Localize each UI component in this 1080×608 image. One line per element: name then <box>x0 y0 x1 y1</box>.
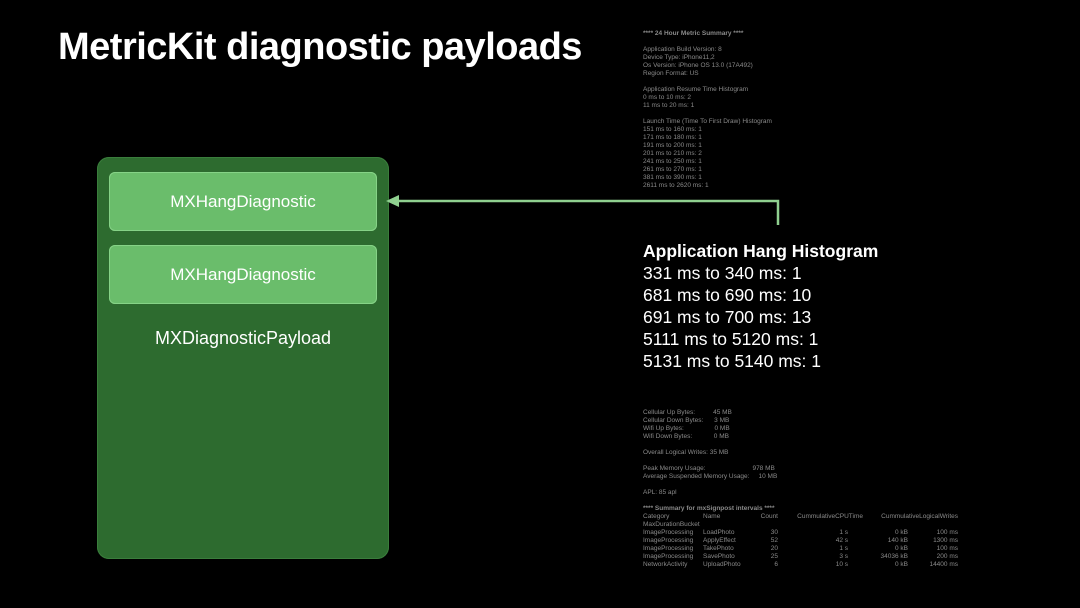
table-cell: LoadPhoto <box>703 529 735 536</box>
hang-histogram: Application Hang Histogram 331 ms to 340… <box>643 240 878 372</box>
header-cell: CummulativeCPUTime <box>797 513 863 520</box>
histogram-row: 5111 ms to 5120 ms: 1 <box>643 329 819 349</box>
log-line: APL: 85 apl <box>643 489 677 496</box>
signpost-summary-table: **** Summary for mxSignpost intervals **… <box>643 505 958 569</box>
table-cell: 100 ms <box>936 545 958 552</box>
table-cell: 52 <box>770 537 778 544</box>
arrow-head <box>386 195 399 207</box>
table-cell: UploadPhoto <box>703 561 741 568</box>
table-cell: 100 ms <box>936 529 958 536</box>
table-cell: 10 s <box>835 561 848 568</box>
table-cell: ImageProcessing <box>643 537 694 544</box>
metric-summary-log-bottom: Cellular Up Bytes: 45 MB Cellular Down B… <box>643 409 1063 497</box>
table-row: ImageProcessing ApplyEffect 52 42 s 140 … <box>643 537 958 545</box>
table-cell: NetworkActivity <box>643 561 688 568</box>
table-cell: 3 s <box>839 553 848 560</box>
histogram-row: 331 ms to 340 ms: 1 <box>643 263 802 283</box>
table-row: ImageProcessing TakePhoto 20 1 s 0 kB 10… <box>643 545 958 553</box>
table-cell: TakePhoto <box>703 545 734 552</box>
histogram-row: 681 ms to 690 ms: 10 <box>643 285 812 305</box>
header-cell: Name <box>703 513 721 520</box>
table-cell: ImageProcessing <box>643 545 694 552</box>
table-cell: 25 <box>770 553 778 560</box>
table-cell: 30 <box>770 529 778 536</box>
header-cell: CummulativeLogicalWrites <box>881 513 958 520</box>
table-cell: ApplyEffect <box>703 537 736 544</box>
log-line: Peak Memory Usage: 978 MB <box>643 465 775 472</box>
table-cell: 200 ms <box>936 553 958 560</box>
header-cell: Count <box>760 513 778 520</box>
signpost-subheader: MaxDurationBucket <box>643 521 700 528</box>
table-cell: 1 s <box>839 545 848 552</box>
table-cell: 1 s <box>839 529 848 536</box>
table-cell: 0 kB <box>894 529 908 536</box>
header-cell: Category <box>643 513 670 520</box>
log-line: Wifi Down Bytes: 0 MB <box>643 433 729 440</box>
table-cell: 6 <box>774 561 778 568</box>
histogram-row: 5131 ms to 5140 ms: 1 <box>643 351 822 371</box>
log-line: Wifi Up Bytes: 0 MB <box>643 425 730 432</box>
histogram-title: Application Hang Histogram <box>643 241 879 261</box>
table-cell: 34036 kB <box>880 553 908 560</box>
table-row: ImageProcessing SavePhoto 25 3 s 34036 k… <box>643 553 958 561</box>
log-line: Average Suspended Memory Usage: 10 MB <box>643 473 778 480</box>
table-cell: 0 kB <box>894 545 908 552</box>
log-line: Cellular Up Bytes: 45 MB <box>643 409 732 416</box>
table-cell: 0 kB <box>894 561 908 568</box>
signpost-title: **** Summary for mxSignpost intervals **… <box>643 505 775 512</box>
arrow-line <box>394 199 780 225</box>
table-cell: SavePhoto <box>703 553 735 560</box>
table-row: ImageProcessing LoadPhoto 30 1 s 0 kB 10… <box>643 529 958 537</box>
table-cell: 20 <box>770 545 778 552</box>
log-line: Cellular Down Bytes: 3 MB <box>643 417 730 424</box>
table-cell: ImageProcessing <box>643 553 694 560</box>
signpost-header-row: Category Name Count CummulativeCPUTime C… <box>643 513 958 521</box>
table-row: NetworkActivity UploadPhoto 6 10 s 0 kB … <box>643 561 958 569</box>
table-cell: 140 kB <box>887 537 908 544</box>
table-cell: 42 s <box>835 537 848 544</box>
table-cell: ImageProcessing <box>643 529 694 536</box>
table-cell: 1300 ms <box>933 537 958 544</box>
log-line: Overall Logical Writes: 35 MB <box>643 449 729 456</box>
table-cell: 14400 ms <box>929 561 958 568</box>
histogram-row: 691 ms to 700 ms: 13 <box>643 307 812 327</box>
